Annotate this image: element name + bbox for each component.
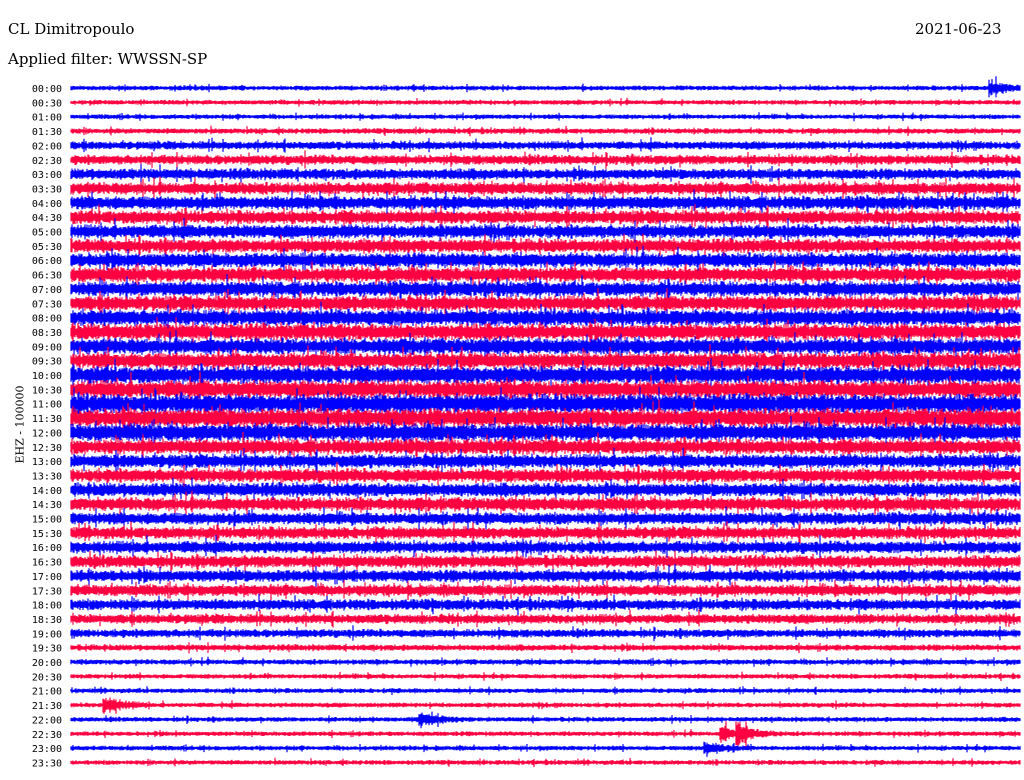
row-time-label: 20:00 [32,658,62,669]
trace-row-0030 [70,97,1021,107]
row-time-label: 02:00 [32,141,62,152]
row-time-label: 03:30 [32,184,62,195]
row-time-label: 00:00 [32,84,62,95]
row-time-label: 23:00 [32,744,62,755]
trace-row-2200 [70,711,1021,729]
row-time-label: 22:00 [32,715,62,726]
trace-row-1830 [70,609,1021,628]
row-time-label: 05:00 [32,228,62,239]
row-time-label: 09:30 [32,357,62,368]
row-time-label: 04:00 [32,199,62,210]
row-time-label: 14:00 [32,486,62,497]
row-time-label: 06:30 [32,271,62,282]
row-time-label: 13:30 [32,471,62,482]
row-time-label: 19:30 [32,644,62,655]
row-time-label: 01:30 [32,127,62,138]
row-time-label: 16:00 [32,543,62,554]
row-time-label: 06:00 [32,256,62,267]
row-time-label: 21:00 [32,687,62,698]
row-time-label: 04:30 [32,213,62,224]
trace-row-2030 [70,671,1021,681]
row-time-label: 07:30 [32,299,62,310]
row-time-label: 07:00 [32,285,62,296]
row-time-label: 23:30 [32,758,62,769]
trace-row-0330 [70,176,1021,200]
trace-row-0230 [70,150,1021,169]
trace-row-1930 [70,642,1021,654]
row-time-label: 14:30 [32,500,62,511]
trace-row-0300 [70,164,1021,185]
trace-row-2130 [70,697,1021,714]
helicorder-plot: 00:00 00:30 01:00 01:30 02:00 02:30 03:00 03:30… [32,76,1021,769]
row-time-label: 10:30 [32,385,62,396]
row-time-label: 18:00 [32,601,62,612]
trace-row-1800 [70,593,1021,616]
row-time-label: 15:30 [32,529,62,540]
row-time-label: 13:00 [32,457,62,468]
row-time-label: 00:30 [32,98,62,109]
row-time-label: 05:30 [32,242,62,253]
row-time-label: 17:30 [32,586,62,597]
row-time-label: 16:30 [32,558,62,569]
trace-row-0100 [70,112,1021,122]
row-time-label: 09:00 [32,342,62,353]
row-time-label: 08:30 [32,328,62,339]
trace-row-2000 [70,656,1021,667]
trace-row-0200 [70,137,1021,153]
row-time-label: 19:00 [32,629,62,640]
row-time-label: 01:00 [32,113,62,124]
row-time-label: 18:30 [32,615,62,626]
trace-row-2230 [70,721,1021,749]
row-time-label: 21:30 [32,701,62,712]
trace-row-0000 [70,76,1021,98]
row-time-label: 22:30 [32,730,62,741]
row-time-label: 12:00 [32,428,62,439]
row-time-label: 11:00 [32,400,62,411]
row-time-label: 03:00 [32,170,62,181]
trace-row-2100 [70,686,1021,696]
row-time-label: 10:00 [32,371,62,382]
row-time-label: 17:00 [32,572,62,583]
row-time-label: 15:00 [32,515,62,526]
row-time-label: 08:00 [32,314,62,325]
trace-row-2300 [70,741,1021,757]
row-time-label: 02:30 [32,156,62,167]
trace-row-0130 [70,125,1021,137]
trace-row-1900 [70,625,1021,642]
row-time-label: 12:30 [32,443,62,454]
row-time-label: 11:30 [32,414,62,425]
trace-row-2330 [70,757,1021,768]
row-time-label: 20:30 [32,672,62,683]
